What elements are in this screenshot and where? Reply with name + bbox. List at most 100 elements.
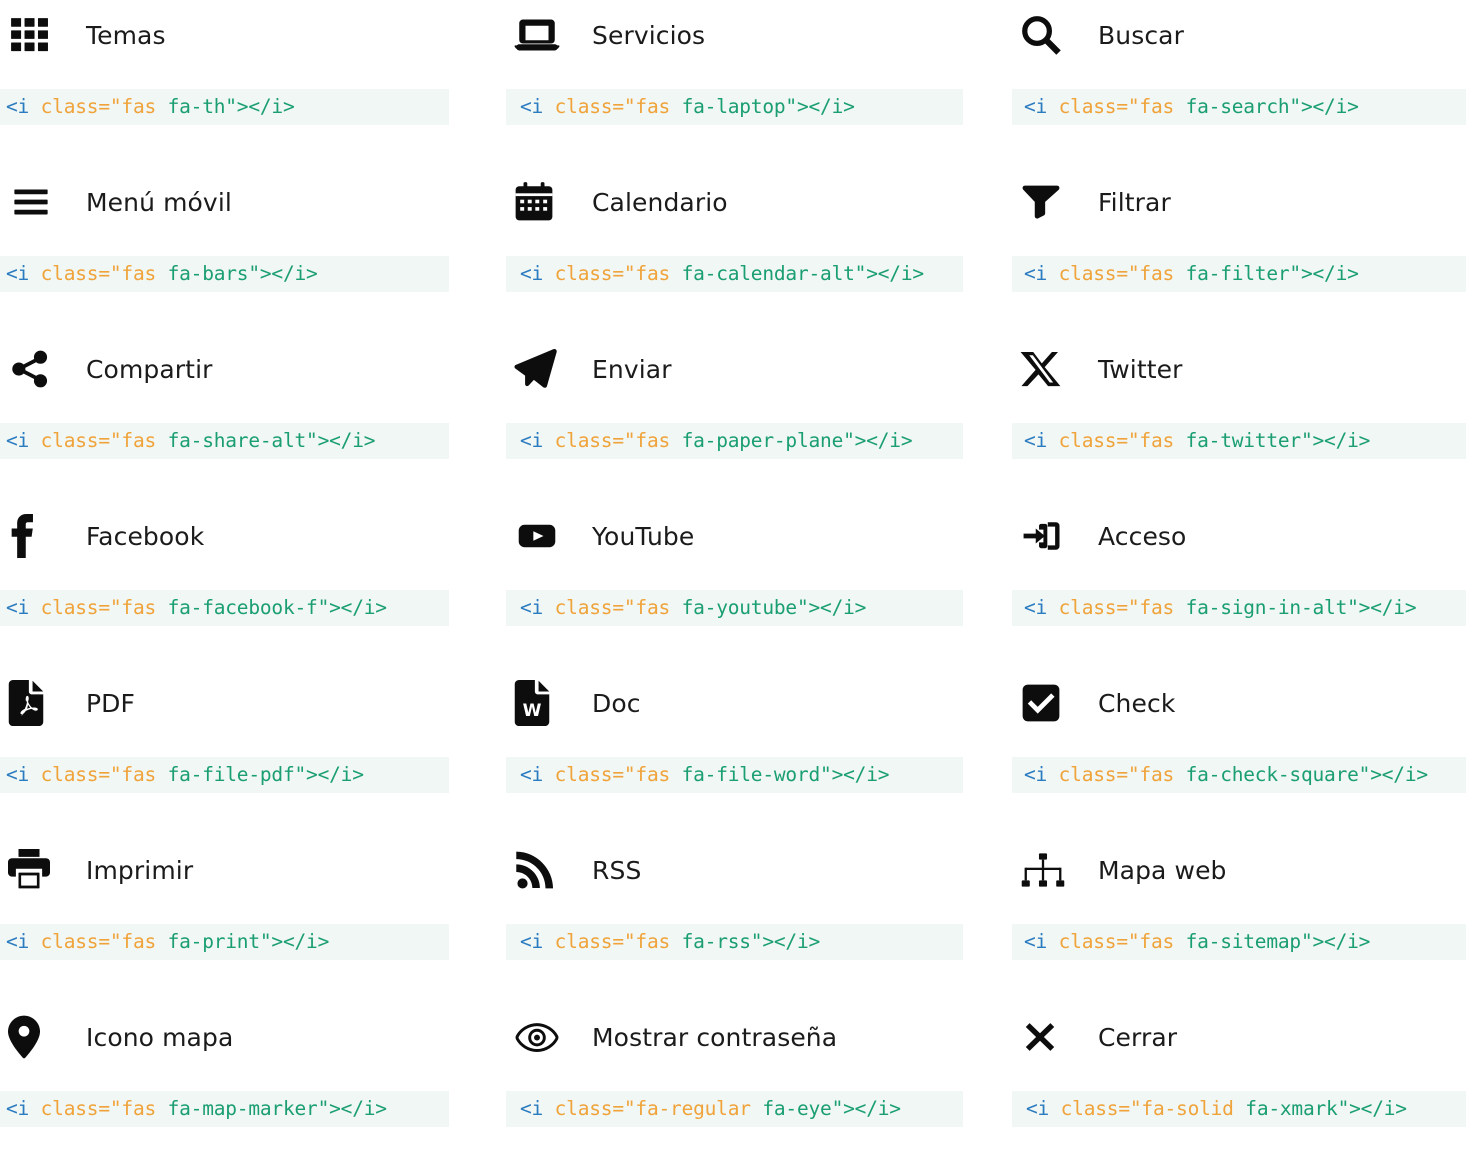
icon-card-calendar-alt: Calendario <i class="fas fa-calendar-alt"… (506, 167, 1012, 334)
code-token-value: fa-file-word"></i> (670, 763, 890, 787)
code-token-tag: <i (1024, 262, 1059, 286)
icon-label: RSS (592, 855, 642, 885)
code-token-value: fa-share-alt"></i> (156, 429, 376, 453)
code-token-tag: <i (6, 95, 41, 119)
icon-label: Mostrar contraseña (592, 1022, 838, 1052)
code-token-attribute: class="fas (40, 596, 157, 620)
icon-code-snippet: <i class="fas fa-rss"></i> (506, 924, 963, 960)
icon-label: Calendario (592, 187, 728, 217)
code-token-value: fa-xmark"></i> (1233, 1097, 1407, 1121)
icon-label: Filtrar (1098, 187, 1171, 217)
code-token-tag: <i (520, 763, 555, 787)
svg-text:W: W (523, 701, 542, 721)
code-token-attribute: class="fas (554, 429, 671, 453)
code-token-attribute: class="fas (554, 95, 671, 119)
icon-code-snippet: <i class="fas fa-sitemap"></i> (1012, 924, 1466, 960)
code-token-attribute: class="fas (554, 763, 671, 787)
code-token-tag: <i (6, 930, 41, 954)
code-token-tag: <i (520, 429, 555, 453)
icon-label: Compartir (86, 354, 213, 384)
code-token-value: fa-map-marker"></i> (156, 1097, 387, 1121)
icon-code-snippet: <i class="fas fa-th"></i> (0, 89, 449, 125)
icon-label: Check (1098, 688, 1176, 718)
code-token-value: fa-youtube"></i> (670, 596, 867, 620)
icon-card-sign-in-alt: Acceso <i class="fas fa-sign-in-alt"></i> (1012, 501, 1466, 668)
code-token-tag: <i (6, 1097, 41, 1121)
icon-card-eye: Mostrar contraseña <i class="fa-regular f… (506, 1002, 1012, 1169)
code-token-value: fa-eye"></i> (750, 1097, 901, 1121)
icon-card-header: Compartir (0, 338, 506, 400)
code-token-attribute: class="fas (40, 262, 157, 286)
code-token-attribute: class="fas (40, 95, 157, 119)
code-token-attribute: class="fas (1058, 262, 1175, 286)
code-token-tag: <i (520, 596, 555, 620)
code-token-tag: <i (6, 429, 41, 453)
code-token-value: fa-file-pdf"></i> (156, 763, 364, 787)
icon-code-snippet: <i class="fas fa-file-word"></i> (506, 757, 963, 793)
icon-label: Doc (592, 688, 641, 718)
code-token-value: fa-bars"></i> (156, 262, 318, 286)
code-token-tag: <i (1024, 596, 1059, 620)
code-token-attribute: class="fas (1058, 429, 1175, 453)
code-token-value: fa-facebook-f"></i> (156, 596, 387, 620)
icon-card-header: Calendario (506, 171, 1012, 233)
icon-card-share-alt: Compartir <i class="fas fa-share-alt"></i… (0, 334, 506, 501)
code-token-tag: <i (1026, 1097, 1061, 1121)
icon-card-header: Imprimir (0, 839, 506, 901)
code-token-tag: <i (1024, 429, 1059, 453)
code-token-attribute: class="fas (1058, 95, 1175, 119)
icon-card-laptop: Servicios <i class="fas fa-laptop"></i> (506, 0, 1012, 167)
code-token-tag: <i (6, 763, 41, 787)
icon-label: Acceso (1098, 521, 1187, 551)
code-token-attribute: class="fas (40, 763, 157, 787)
icon-card-youtube: YouTube <i class="fas fa-youtube"></i> (506, 501, 1012, 668)
code-token-value: fa-sign-in-alt"></i> (1174, 596, 1417, 620)
icon-card-header: W Doc (506, 672, 1012, 734)
icon-card-xmark: Cerrar <i class="fa-solid fa-xmark"></i> (1012, 1002, 1466, 1169)
icon-card-header: Menú móvil (0, 171, 506, 233)
icon-code-snippet: <i class="fas fa-check-square"></i> (1012, 757, 1466, 793)
icon-card-header: Servicios (506, 4, 1012, 66)
icon-card-bars: Menú móvil <i class="fas fa-bars"></i> (0, 167, 506, 334)
icon-code-snippet: <i class="fas fa-bars"></i> (0, 256, 449, 292)
icon-card-paper-plane: Enviar <i class="fas fa-paper-plane"></i> (506, 334, 1012, 501)
filter-icon (1020, 176, 1076, 228)
code-token-tag: <i (1024, 95, 1059, 119)
icon-code-snippet: <i class="fas fa-facebook-f"></i> (0, 590, 449, 626)
code-token-value: fa-print"></i> (156, 930, 330, 954)
share-alt-icon (8, 343, 64, 395)
code-token-value: fa-calendar-alt"></i> (670, 262, 925, 286)
code-token-attribute: class="fas (1058, 596, 1175, 620)
icon-card-header: RSS (506, 839, 1012, 901)
icon-card-filter: Filtrar <i class="fas fa-filter"></i> (1012, 167, 1466, 334)
icon-card-twitter-x: Twitter <i class="fas fa-twitter"></i> (1012, 334, 1466, 501)
code-token-value: fa-twitter"></i> (1174, 429, 1371, 453)
code-token-tag: <i (6, 262, 41, 286)
icon-card-header: Acceso (1012, 505, 1466, 567)
icon-card-header: Filtrar (1012, 171, 1466, 233)
icon-label: Icono mapa (86, 1022, 234, 1052)
icon-label: Menú móvil (86, 187, 232, 217)
icon-label: Facebook (86, 521, 205, 551)
icon-card-rss: RSS <i class="fas fa-rss"></i> (506, 835, 1012, 1002)
icon-label: Temas (86, 20, 166, 50)
file-word-icon: W (514, 677, 570, 729)
icon-code-snippet: <i class="fas fa-map-marker"></i> (0, 1091, 449, 1127)
twitter-x-icon (1020, 343, 1076, 395)
icon-label: Enviar (592, 354, 672, 384)
icon-code-snippet: <i class="fas fa-sign-in-alt"></i> (1012, 590, 1466, 626)
icon-code-snippet: <i class="fa-regular fa-eye"></i> (506, 1091, 963, 1127)
code-token-value: fa-th"></i> (156, 95, 295, 119)
icon-label: PDF (86, 688, 136, 718)
code-token-attribute: class="fas (40, 1097, 157, 1121)
icon-card-check-square: Check <i class="fas fa-check-square"></i> (1012, 668, 1466, 835)
laptop-icon (514, 9, 570, 61)
icon-label: Imprimir (86, 855, 194, 885)
icon-card-file-pdf: PDF <i class="fas fa-file-pdf"></i> (0, 668, 506, 835)
code-token-value: fa-search"></i> (1174, 95, 1359, 119)
rss-icon (514, 844, 570, 896)
icon-card-header: Temas (0, 4, 506, 66)
icon-card-header: YouTube (506, 505, 1012, 567)
icon-card-facebook-f: Facebook <i class="fas fa-facebook-f"></i… (0, 501, 506, 668)
code-token-attribute: class="fa-regular (554, 1097, 751, 1121)
